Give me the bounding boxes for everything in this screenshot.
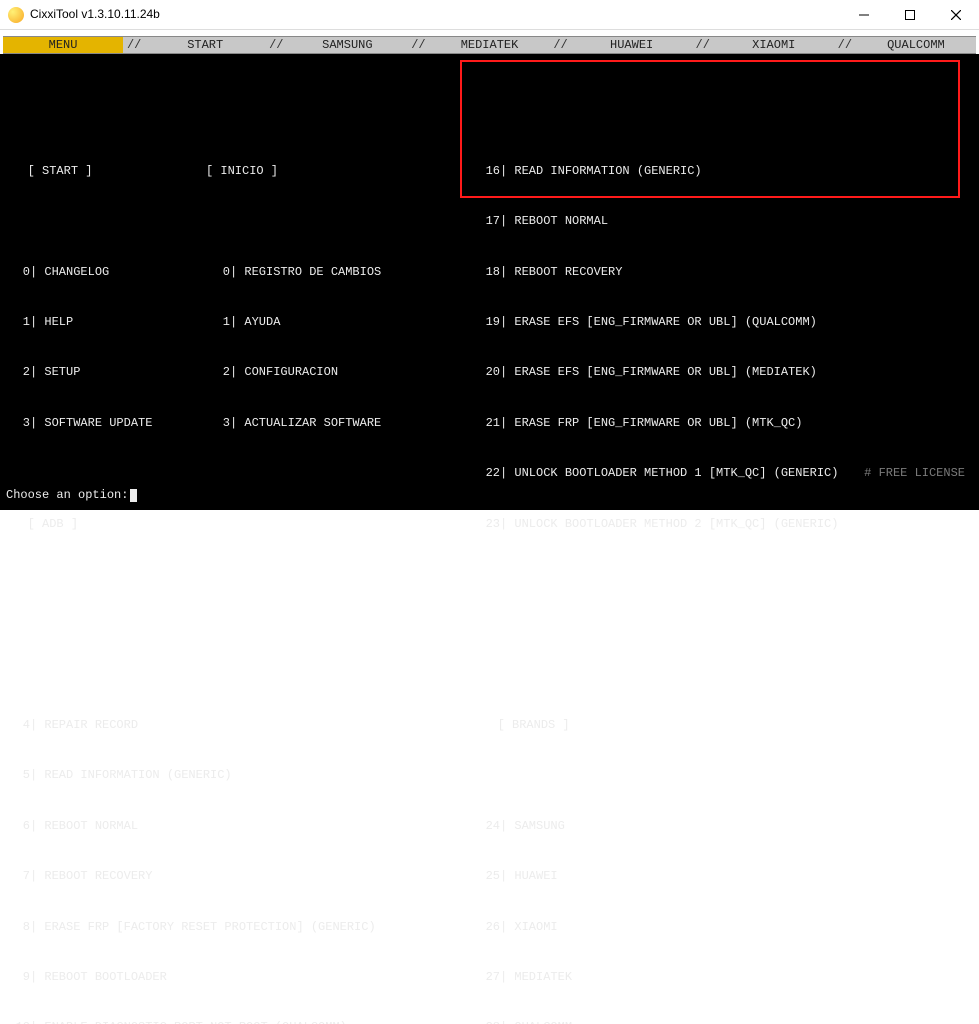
menu-item[interactable]: 7| REBOOT RECOVERY <box>6 868 446 885</box>
menu-item[interactable]: 21| ERASE FRP [ENG_FIRMWARE OR UBL] (MTK… <box>476 415 973 432</box>
menu-item[interactable]: 28| QUALCOMM <box>476 1019 973 1024</box>
section-start: [ START ] <box>28 164 93 178</box>
menu-item[interactable]: 23| UNLOCK BOOTLOADER METHOD 2 [MTK_QC] … <box>476 516 973 533</box>
minimize-button[interactable] <box>841 0 887 29</box>
section-adb: [ ADB ] <box>28 517 78 531</box>
menu-item[interactable]: 17| REBOOT NORMAL <box>476 213 973 230</box>
menu-item[interactable]: 24| SAMSUNG <box>476 818 973 835</box>
tab-bar: MENU // START // SAMSUNG // MEDIATEK // … <box>3 36 976 54</box>
license-note: # FREE LICENSE <box>864 465 965 482</box>
tab-separator: // <box>123 37 145 53</box>
menu-item[interactable]: 10| ENABLE DIAGNOSTIC PORT NOT ROOT (QUA… <box>6 1019 446 1024</box>
menu-item[interactable]: 26| XIAOMI <box>476 919 973 936</box>
menu-item[interactable]: 25| HUAWEI <box>476 868 973 885</box>
window-buttons <box>841 0 979 29</box>
menu-item[interactable]: 5| READ INFORMATION (GENERIC) <box>6 767 446 784</box>
menu-item[interactable]: 27| MEDIATEK <box>476 969 973 986</box>
menu-item[interactable]: 19| ERASE EFS [ENG_FIRMWARE OR UBL] (QUA… <box>476 314 973 331</box>
menu-item[interactable]: 20| ERASE EFS [ENG_FIRMWARE OR UBL] (MED… <box>476 364 973 381</box>
menu-item[interactable]: 2| SETUP <box>6 364 206 381</box>
close-button[interactable] <box>933 0 979 29</box>
tab-start[interactable]: START <box>145 37 265 53</box>
tab-separator: // <box>265 37 287 53</box>
tab-huawei[interactable]: HUAWEI <box>572 37 692 53</box>
menu-item[interactable]: 1| HELP <box>6 314 206 331</box>
tab-samsung[interactable]: SAMSUNG <box>287 37 407 53</box>
menu-item[interactable]: 16| READ INFORMATION (GENERIC) <box>476 163 973 180</box>
maximize-button[interactable] <box>887 0 933 29</box>
menu-item[interactable]: 0| REGISTRO DE CAMBIOS <box>206 264 446 281</box>
tab-menu[interactable]: MENU <box>3 37 123 53</box>
cursor-icon <box>130 489 137 502</box>
menu-item[interactable]: 6| REBOOT NORMAL <box>6 818 446 835</box>
tab-separator: // <box>834 37 856 53</box>
console-output: [ START ] 0| CHANGELOG 1| HELP 2| SETUP … <box>0 54 979 510</box>
menu-item[interactable]: 0| CHANGELOG <box>6 264 206 281</box>
menu-item[interactable]: 18| REBOOT RECOVERY <box>476 264 973 281</box>
menu-item[interactable]: 3| SOFTWARE UPDATE <box>6 415 206 432</box>
menu-item[interactable]: 9| REBOOT BOOTLOADER <box>6 969 446 986</box>
tab-separator: // <box>692 37 714 53</box>
input-prompt[interactable]: Choose an option: <box>6 487 137 504</box>
tab-separator: // <box>550 37 572 53</box>
titlebar: CixxiTool v1.3.10.11.24b <box>0 0 979 30</box>
tab-qualcomm[interactable]: QUALCOMM <box>856 37 976 53</box>
app-icon <box>8 7 24 23</box>
section-brands: [ BRANDS ] <box>498 718 570 732</box>
menu-item[interactable]: 8| ERASE FRP [FACTORY RESET PROTECTION] … <box>6 919 446 936</box>
section-inicio: [ INICIO ] <box>206 164 278 178</box>
tab-separator: // <box>407 37 429 53</box>
menu-item[interactable]: 3| ACTUALIZAR SOFTWARE <box>206 415 446 432</box>
tab-mediatek[interactable]: MEDIATEK <box>429 37 549 53</box>
menu-item[interactable]: 4| REPAIR RECORD <box>6 717 446 734</box>
menu-item[interactable]: 1| AYUDA <box>206 314 446 331</box>
tab-xiaomi[interactable]: XIAOMI <box>714 37 834 53</box>
window-title: CixxiTool v1.3.10.11.24b <box>30 6 160 23</box>
menu-item[interactable]: 2| CONFIGURACION <box>206 364 446 381</box>
